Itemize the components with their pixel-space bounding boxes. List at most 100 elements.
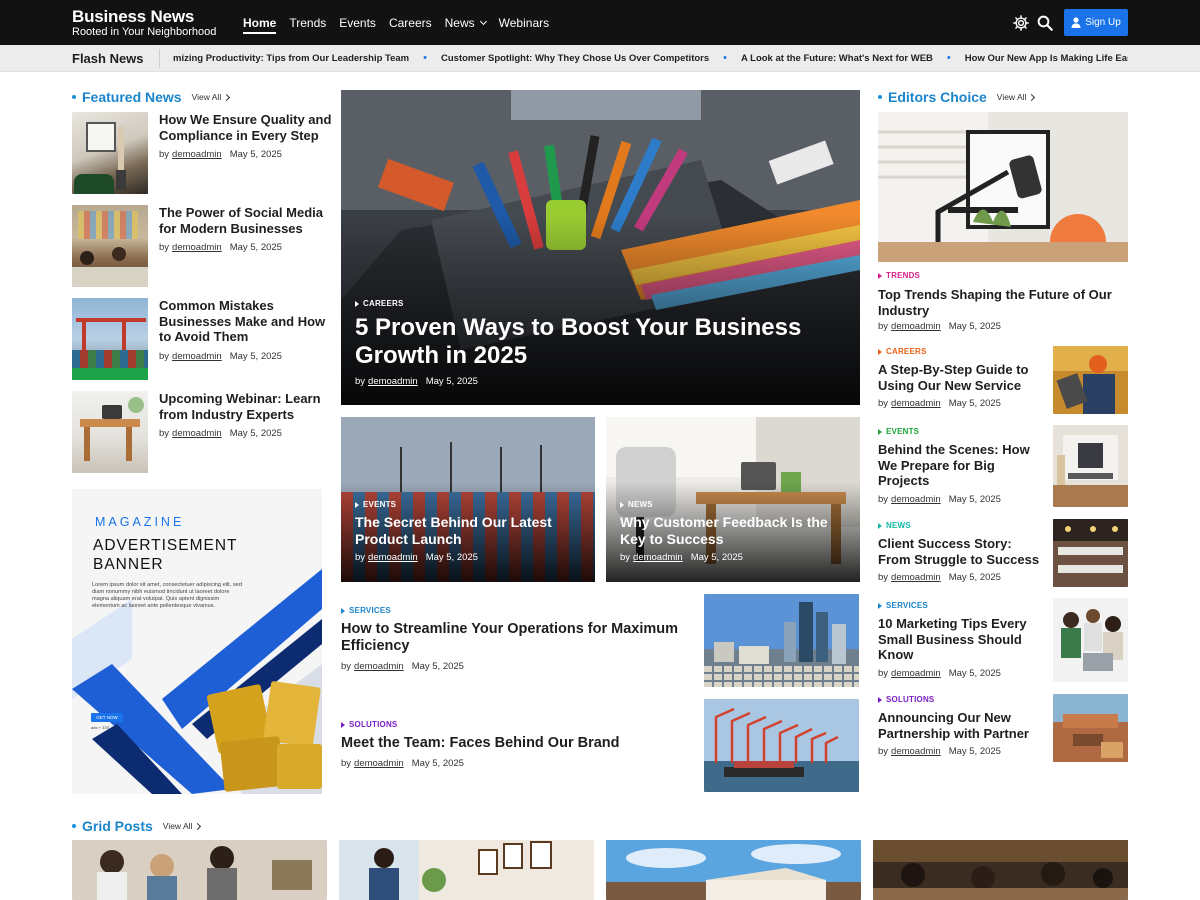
featured-item-title[interactable]: Upcoming Webinar: Learn from Industry Ex… [159,391,334,422]
chevron-right-icon [1028,93,1036,101]
post-category[interactable]: SERVICES [878,601,1046,610]
featured-view-all-link[interactable]: View All [192,92,231,102]
featured-item-title[interactable]: Common Mistakes Businesses Make and How … [159,298,334,345]
main-nav: Home Trends Events Careers News Webinars [243,0,556,45]
search-icon[interactable] [1036,14,1054,32]
editors-thumbnail[interactable] [1053,425,1128,507]
settings-icon[interactable] [1012,14,1030,32]
post-category[interactable]: SOLUTIONS [341,720,691,729]
editors-thumbnail[interactable] [1053,519,1128,587]
ticker-item[interactable]: mizing Productivity: Tips from Our Leade… [173,45,409,72]
author-link[interactable]: demoadmin [368,552,418,563]
top-navbar: Business News Rooted in Your Neighborhoo… [0,0,1200,45]
grid-view-all-link[interactable]: View All [163,821,202,831]
nav-item-news[interactable]: News [438,0,492,45]
featured-thumbnail[interactable] [72,112,148,194]
ticker-item[interactable]: A Look at the Future: What's Next for WE… [741,45,933,72]
category-marker-icon [878,522,882,529]
advertisement-banner[interactable]: MAGAZINE ADVERTISEMENT BANNER Lorem ipsu… [72,489,322,794]
ad-get-now-button[interactable]: GET NOW [91,713,123,722]
flash-divider [159,49,160,68]
featured-thumbnail[interactable] [72,298,148,380]
post-title[interactable]: Announcing Our New Partnership with Part… [878,710,1046,741]
nav-item-events[interactable]: Events [333,0,383,45]
author-link[interactable]: demoadmin [633,552,683,563]
editors-choice-title: Editors Choice [888,89,987,105]
post-category[interactable]: SOLUTIONS [878,695,1046,704]
author-link[interactable]: demoadmin [891,746,941,757]
editors-thumbnail[interactable] [1053,694,1128,762]
grid-card[interactable] [873,840,1128,900]
nav-item-webinars[interactable]: Webinars [492,0,555,45]
featured-thumbnail[interactable] [72,205,148,287]
section-dot [72,95,76,99]
editors-view-all-link[interactable]: View All [997,92,1036,102]
post-meta: by demoadmin May 5, 2025 [878,494,1046,505]
card-category[interactable]: EVENTS [355,500,585,509]
grid-card[interactable] [72,840,327,900]
overlay-card[interactable]: EVENTS The Secret Behind Our Latest Prod… [341,417,595,582]
hero-post[interactable]: CAREERS 5 Proven Ways to Boost Your Busi… [341,90,860,405]
ticker-item[interactable]: How Our New App Is Making Life Easier fo… [965,45,1128,72]
nav-item-careers[interactable]: Careers [382,0,438,45]
site-logo[interactable]: Business News Rooted in Your Neighborhoo… [72,8,216,39]
author-link[interactable]: demoadmin [891,321,941,332]
post-title[interactable]: A Step-By-Step Guide to Using Our New Se… [878,362,1046,393]
post-date: May 5, 2025 [229,242,282,253]
post-category[interactable]: EVENTS [878,427,1046,436]
featured-item-title[interactable]: How We Ensure Quality and Compliance in … [159,112,334,143]
post-meta: by demoadmin May 5, 2025 [878,746,1046,757]
author-link[interactable]: demoadmin [172,351,222,362]
author-link[interactable]: demoadmin [354,758,404,769]
post-category[interactable]: SERVICES [341,606,691,615]
editors-thumbnail[interactable] [1053,598,1128,682]
card-category[interactable]: NEWS [620,500,850,509]
author-link[interactable]: demoadmin [354,661,404,672]
author-link[interactable]: demoadmin [368,376,418,387]
category-marker-icon [355,501,359,508]
sign-up-button[interactable]: Sign Up [1064,9,1128,36]
post-title[interactable]: 10 Marketing Tips Every Small Business S… [878,616,1046,663]
by-label: by [878,746,889,757]
post-title[interactable]: How to Streamline Your Operations for Ma… [341,621,691,655]
by-label: by [159,149,170,160]
ticker-item[interactable]: Customer Spotlight: Why They Chose Us Ov… [441,45,709,72]
author-link[interactable]: demoadmin [172,149,222,160]
site-tagline: Rooted in Your Neighborhood [72,26,217,38]
author-link[interactable]: demoadmin [891,398,941,409]
post-category[interactable]: CAREERS [878,347,1046,356]
category-marker-icon [341,721,345,728]
post-meta: by demoadmin May 5, 2025 [620,552,850,563]
overlay-card[interactable]: NEWS Why Customer Feedback Is the Key to… [606,417,860,582]
hero-title[interactable]: 5 Proven Ways to Boost Your Business Gro… [355,314,825,370]
nav-item-trends[interactable]: Trends [283,0,333,45]
author-link[interactable]: demoadmin [172,428,222,439]
featured-item-title[interactable]: The Power of Social Media for Modern Bus… [159,205,334,236]
editors-thumbnail[interactable] [1053,346,1128,414]
card-title[interactable]: The Secret Behind Our Latest Product Lau… [355,514,585,548]
author-link[interactable]: demoadmin [891,572,941,583]
featured-thumbnail[interactable] [72,391,148,473]
site-title[interactable]: Business News [72,8,216,25]
post-title[interactable]: Top Trends Shaping the Future of Our Ind… [878,287,1128,318]
author-link[interactable]: demoadmin [891,668,941,679]
by-label: by [878,667,889,679]
author-link[interactable]: demoadmin [891,494,941,505]
post-category[interactable]: TRENDS [878,271,1128,280]
post-title[interactable]: Client Success Story: From Struggle to S… [878,536,1046,567]
post-category[interactable]: NEWS [878,521,1046,530]
list-post: SERVICES How to Streamline Your Operatio… [341,606,691,672]
nav-item-home[interactable]: Home [243,0,283,45]
post-thumbnail[interactable] [704,594,859,687]
post-title[interactable]: Behind the Scenes: How We Prepare for Bi… [878,442,1046,489]
editors-featured-image[interactable] [878,112,1128,262]
post-title[interactable]: Meet the Team: Faces Behind Our Brand [341,735,691,752]
card-title[interactable]: Why Customer Feedback Is the Key to Succ… [620,514,850,548]
grid-card[interactable] [606,840,861,900]
post-thumbnail[interactable] [704,699,859,792]
hero-category[interactable]: CAREERS [355,299,825,308]
by-label: by [620,552,631,563]
city-skyline-image [704,594,859,687]
grid-card[interactable] [339,840,594,900]
author-link[interactable]: demoadmin [172,242,222,253]
